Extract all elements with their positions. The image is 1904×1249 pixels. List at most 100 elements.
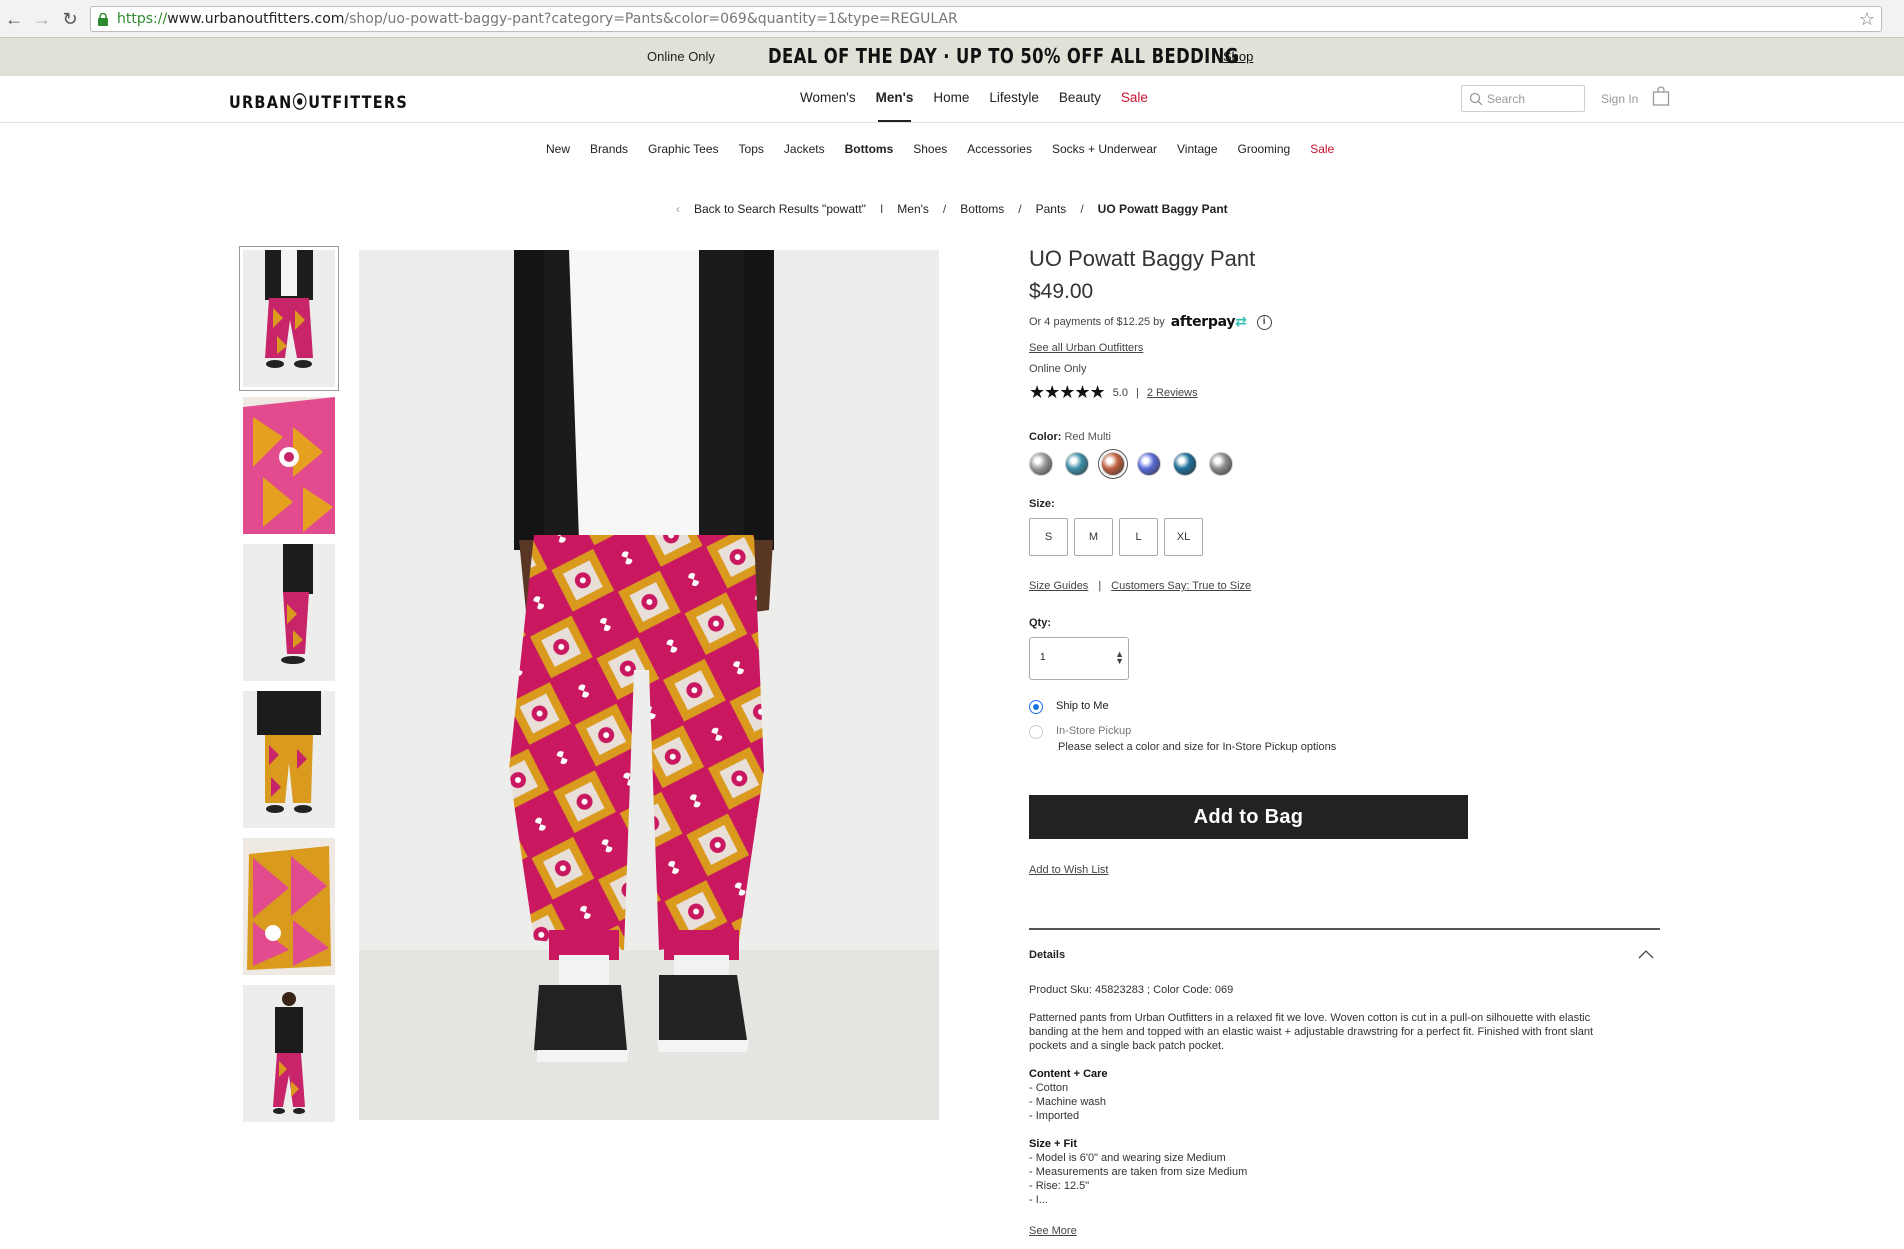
address-bar[interactable]: https://www.urbanoutfitters.com/shop/uo-… [90, 6, 1882, 32]
details-heading[interactable]: Details [1029, 949, 1065, 961]
thumbnail-5[interactable] [243, 838, 335, 975]
nav-mens[interactable]: Men's [876, 90, 913, 122]
color-swatch[interactable] [1029, 452, 1053, 476]
promo-online-only: Online Only [647, 49, 715, 64]
color-swatch-selected[interactable] [1101, 452, 1125, 476]
size-links: Size Guides | Customers Say: True to Siz… [1029, 580, 1659, 592]
subnav-new[interactable]: New [546, 142, 570, 156]
color-swatches [1029, 452, 1659, 476]
size-button-m[interactable]: M [1074, 518, 1113, 556]
thumbnail-4[interactable] [243, 691, 335, 828]
rating-score: 5.0 [1112, 386, 1128, 399]
customers-say-link[interactable]: Customers Say: True to Size [1111, 580, 1251, 592]
category-subnav: New Brands Graphic Tees Tops Jackets Bot… [546, 142, 1354, 156]
nav-lifestyle[interactable]: Lifestyle [989, 90, 1039, 105]
reload-icon[interactable]: ↻ [60, 9, 80, 29]
subnav-accessories[interactable]: Accessories [967, 142, 1032, 156]
add-to-wishlist-link[interactable]: Add to Wish List [1029, 864, 1108, 876]
add-to-bag-button[interactable]: Add to Bag [1029, 795, 1468, 839]
subnav-grooming[interactable]: Grooming [1238, 142, 1291, 156]
in-store-pickup-option[interactable]: In-Store Pickup [1029, 725, 1131, 739]
url-text: https://www.urbanoutfitters.com/shop/uo-… [117, 11, 958, 27]
fit-item: - I... [1029, 1194, 1048, 1206]
thumbnail-6[interactable] [243, 985, 335, 1122]
forward-arrow-icon[interactable]: → [32, 9, 52, 29]
back-arrow-icon[interactable]: ← [4, 9, 24, 29]
subnav-tops[interactable]: Tops [739, 142, 764, 156]
back-to-results-link[interactable]: Back to Search Results "powatt" [694, 202, 866, 216]
chevron-up-icon[interactable] [1638, 949, 1654, 959]
breadcrumb-divider: I [879, 202, 884, 216]
afterpay-line: Or 4 payments of $12.25 by afterpay⇄ i [1029, 314, 1659, 330]
breadcrumb-separator: / [1018, 202, 1022, 216]
online-only-label: Online Only [1029, 363, 1087, 375]
subnav-shoes[interactable]: Shoes [913, 142, 947, 156]
size-button-l[interactable]: L [1119, 518, 1158, 556]
thumbnail-1[interactable] [239, 246, 339, 391]
nav-beauty[interactable]: Beauty [1059, 90, 1101, 105]
content-item: - Machine wash [1029, 1096, 1107, 1108]
color-value: Red Multi [1064, 431, 1111, 443]
rating-stars-icon: ★★★★★ [1029, 382, 1106, 402]
rating-row: ★★★★★ 5.0 | 2 Reviews [1029, 382, 1659, 403]
search-placeholder: Search [1487, 92, 1526, 106]
content-care-heading: Content + Care [1029, 1068, 1108, 1080]
info-icon[interactable]: i [1256, 314, 1272, 330]
size-links-divider: | [1098, 580, 1102, 592]
product-sku: Product Sku: 45823283 ; Color Code: 069 [1029, 984, 1234, 996]
breadcrumb-mens[interactable]: Men's [897, 202, 929, 216]
main-product-image[interactable] [359, 250, 939, 1120]
product-description: Patterned pants from Urban Outfitters in… [1029, 1012, 1594, 1052]
details-body: Product Sku: 45823283 ; Color Code: 069 … [1029, 983, 1629, 1207]
breadcrumb-separator: / [1080, 202, 1084, 216]
quantity-select[interactable]: 1 ▲ ▼ [1029, 637, 1129, 680]
subnav-socks-underwear[interactable]: Socks + Underwear [1052, 142, 1157, 156]
nav-womens[interactable]: Women's [800, 90, 856, 105]
reviews-link[interactable]: 2 Reviews [1147, 387, 1198, 399]
in-store-pickup-label: In-Store Pickup [1056, 725, 1132, 737]
site-logo[interactable]: URBAN⦿UTFITTERS [229, 88, 408, 113]
nav-sale[interactable]: Sale [1121, 90, 1148, 105]
size-fit-heading: Size + Fit [1029, 1138, 1077, 1150]
breadcrumb-bottoms[interactable]: Bottoms [960, 202, 1004, 216]
thumbnail-3[interactable] [243, 544, 335, 681]
subnav-bottoms[interactable]: Bottoms [845, 142, 894, 156]
promo-banner: Online Only DEAL OF THE DAY · UP TO 50% … [0, 38, 1904, 76]
promo-shop-link[interactable]: Shop [1223, 49, 1253, 64]
ship-to-me-label: Ship to Me [1056, 700, 1109, 712]
ship-to-me-option[interactable]: Ship to Me [1029, 700, 1109, 714]
qty-label: Qty: [1029, 617, 1051, 629]
sign-in-link[interactable]: Sign In [1601, 92, 1638, 106]
subnav-sale[interactable]: Sale [1310, 142, 1334, 156]
color-swatch[interactable] [1209, 452, 1233, 476]
see-all-brand-link[interactable]: See all Urban Outfitters [1029, 342, 1659, 354]
details-divider [1029, 928, 1660, 930]
in-store-pickup-radio[interactable] [1029, 725, 1043, 739]
stepper-arrows-icon: ▲ ▼ [1115, 649, 1124, 666]
size-label: Size: [1029, 498, 1055, 510]
size-guides-link[interactable]: Size Guides [1029, 580, 1088, 592]
search-input[interactable]: Search [1461, 85, 1585, 112]
thumbnail-2[interactable] [243, 397, 335, 534]
lock-icon [98, 13, 108, 26]
size-button-xl[interactable]: XL [1164, 518, 1203, 556]
see-more-link[interactable]: See More [1029, 1225, 1077, 1237]
subnav-vintage[interactable]: Vintage [1177, 142, 1217, 156]
color-swatch[interactable] [1137, 452, 1161, 476]
product-price: $49.00 [1029, 280, 1094, 303]
shopping-bag-icon[interactable] [1652, 86, 1670, 106]
bookmark-star-icon[interactable]: ☆ [1859, 9, 1875, 30]
breadcrumb-pants[interactable]: Pants [1036, 202, 1067, 216]
ship-to-me-radio[interactable] [1029, 700, 1043, 714]
quantity-value: 1 [1040, 652, 1046, 663]
pickup-note: Please select a color and size for In-St… [1058, 741, 1337, 753]
subnav-jackets[interactable]: Jackets [784, 142, 825, 156]
size-button-s[interactable]: S [1029, 518, 1068, 556]
subnav-brands[interactable]: Brands [590, 142, 628, 156]
color-swatch[interactable] [1173, 452, 1197, 476]
color-swatch[interactable] [1065, 452, 1089, 476]
content-item: - Cotton [1029, 1082, 1069, 1094]
search-icon [1469, 92, 1483, 106]
nav-home[interactable]: Home [933, 90, 969, 105]
subnav-graphic-tees[interactable]: Graphic Tees [648, 142, 718, 156]
